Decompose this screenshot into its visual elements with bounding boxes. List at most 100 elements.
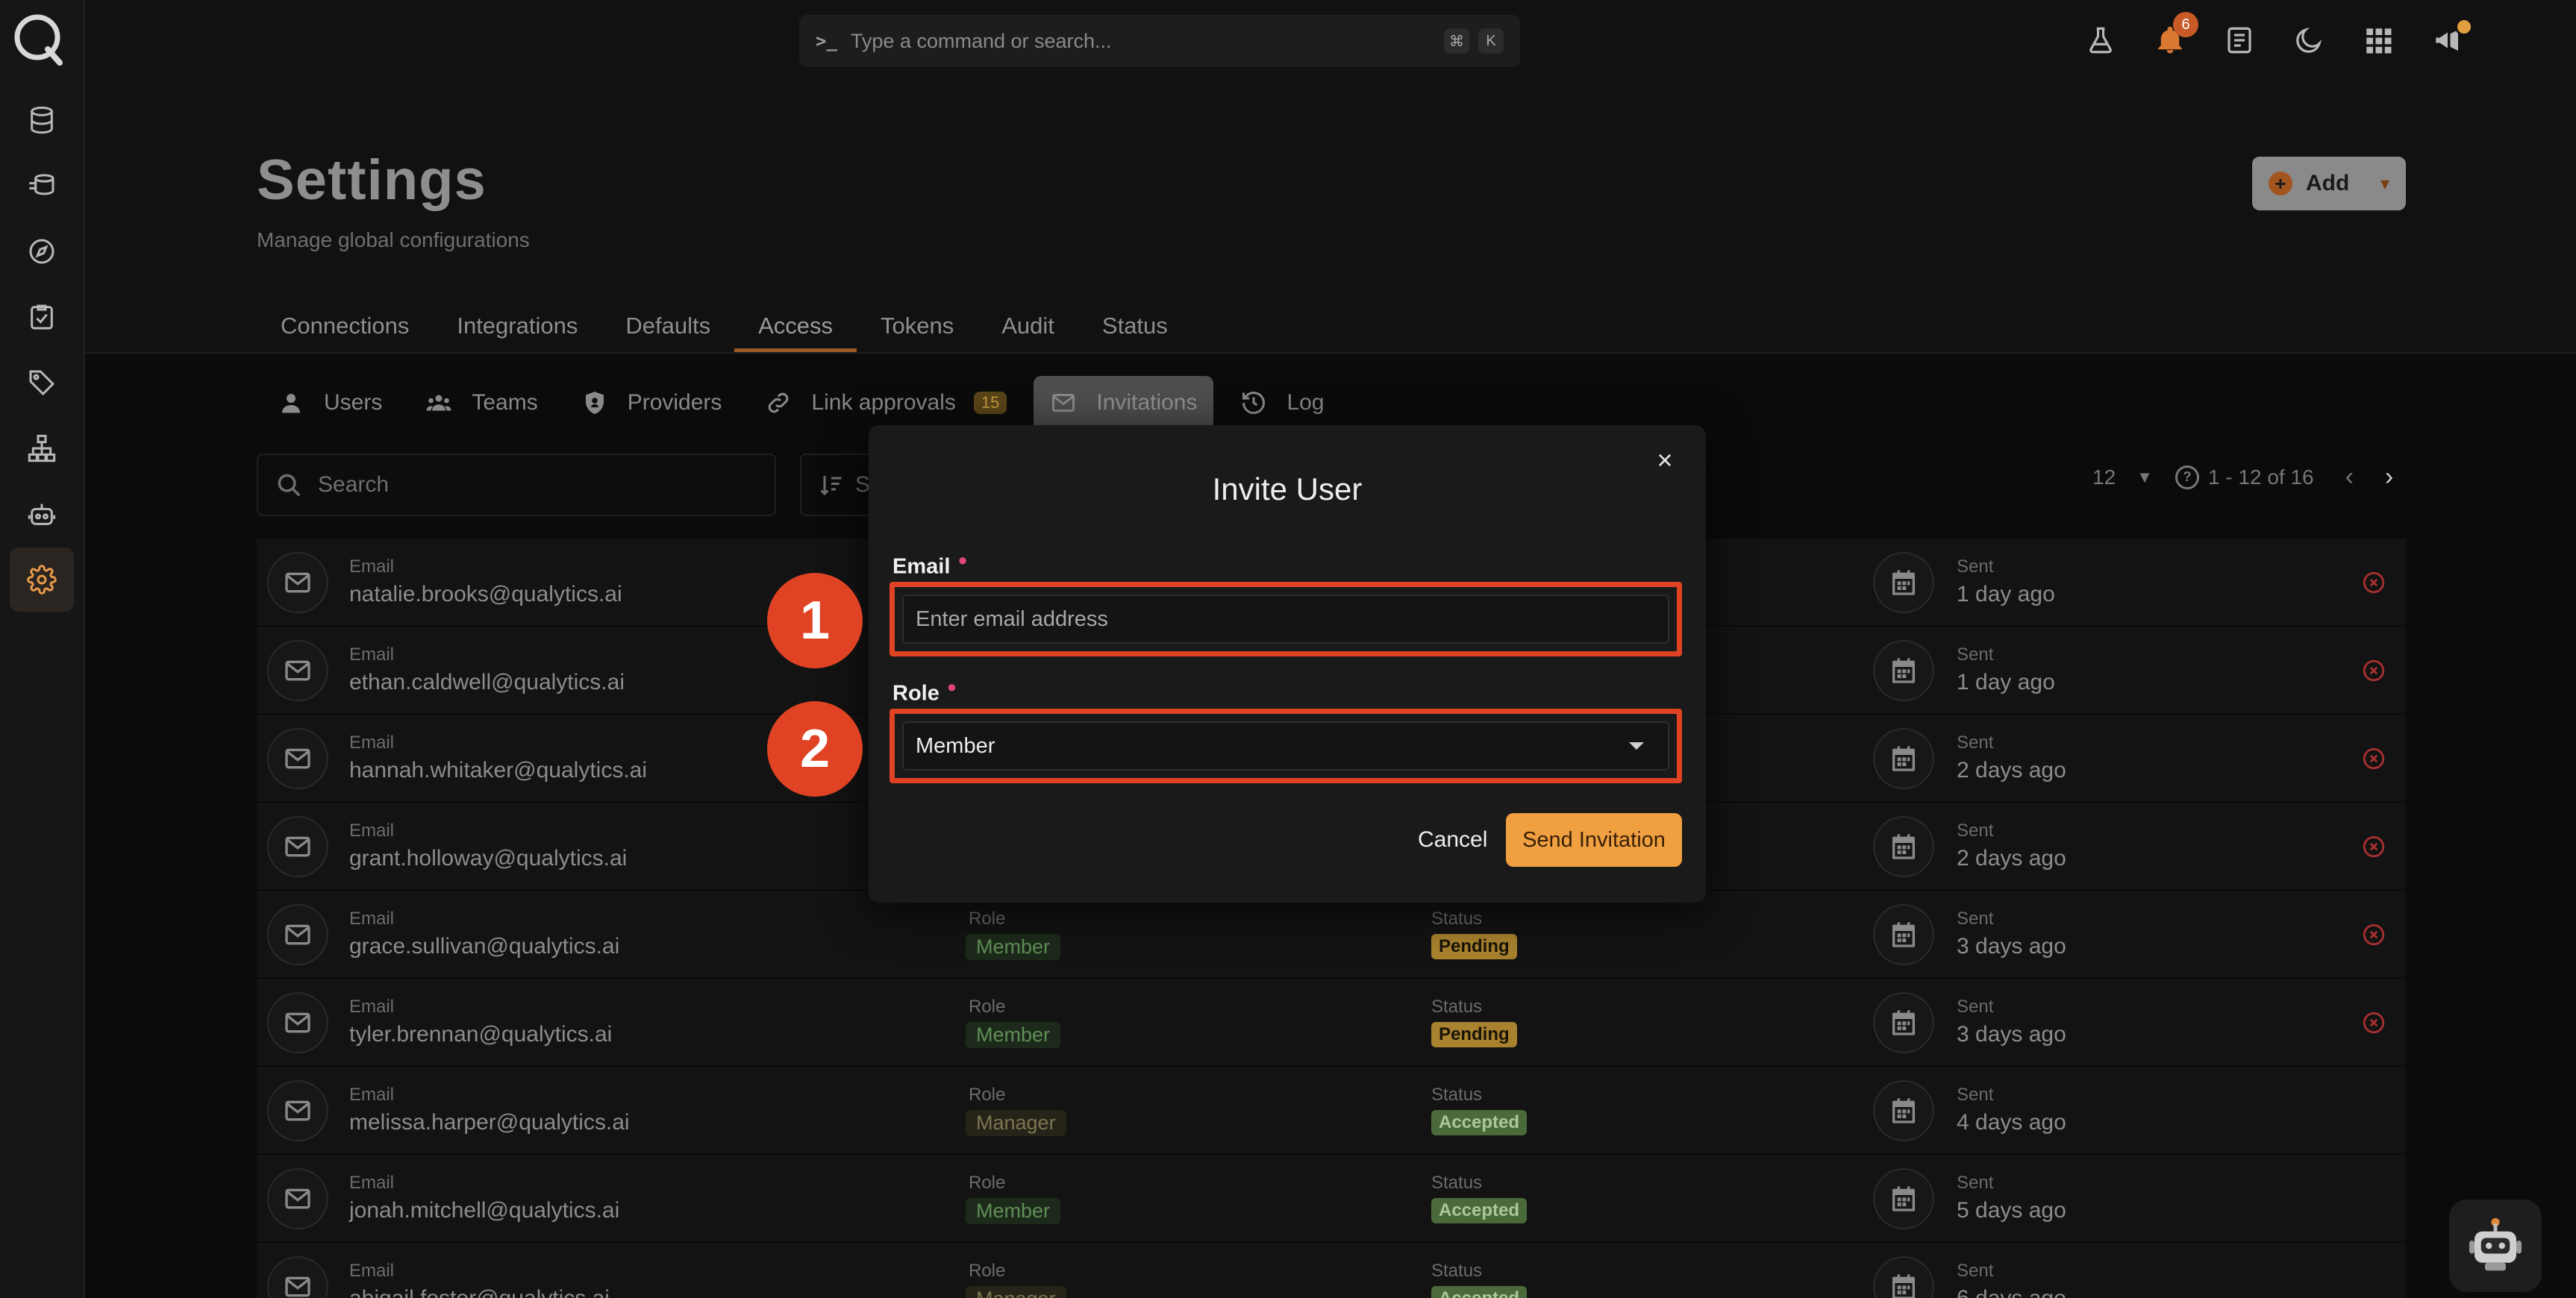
tab-access[interactable]: Access xyxy=(734,301,857,352)
mail-icon xyxy=(267,816,328,877)
calendar-icon xyxy=(1873,1256,1934,1298)
tag-icon[interactable] xyxy=(10,351,74,415)
theme-moon-icon[interactable] xyxy=(2285,16,2333,64)
flask-icon[interactable] xyxy=(2077,16,2125,64)
subtab-providers[interactable]: Providers xyxy=(565,376,739,430)
sent-time: 2 days ago xyxy=(1957,758,2066,783)
send-invitation-button[interactable]: Send Invitation xyxy=(1506,813,1682,867)
status-column-label: Status xyxy=(1431,997,1483,1017)
page-size-value[interactable]: 12 xyxy=(2092,465,2116,489)
robot-icon[interactable] xyxy=(10,482,74,546)
pagination-range: 1 - 12 of 16 xyxy=(2207,465,2314,489)
tab-connections[interactable]: Connections xyxy=(257,301,433,351)
history-icon xyxy=(1242,392,1266,415)
subtab-invitations[interactable]: Invitations xyxy=(1034,376,1214,430)
assistant-robot-button[interactable] xyxy=(2449,1200,2542,1292)
sent-column-label: Sent xyxy=(1957,556,1994,577)
subtab-invitations-label: Invitations xyxy=(1096,390,1198,415)
role-badge: Member xyxy=(966,1022,1061,1048)
search-field[interactable]: Search xyxy=(257,454,776,516)
datastores-icon[interactable] xyxy=(10,88,74,152)
next-page-chevron-icon[interactable]: › xyxy=(2385,463,2393,492)
sidebar xyxy=(0,0,85,1298)
calendar-icon xyxy=(1873,552,1934,613)
invite-email: natalie.brooks@qualytics.ai xyxy=(349,582,622,606)
table-row[interactable]: Email abigail.foster@qualytics.ai Role Mana… xyxy=(257,1243,2406,1298)
apps-grid-icon[interactable] xyxy=(2354,16,2402,64)
role-column-label: Role xyxy=(969,997,1006,1017)
status-column-label: Status xyxy=(1431,1085,1483,1105)
subtab-teams[interactable]: Teams xyxy=(409,376,554,430)
sort-label: S xyxy=(855,472,871,497)
flows-icon[interactable] xyxy=(10,154,74,218)
page-title: Settings xyxy=(257,148,487,212)
revoke-invitation-icon[interactable] xyxy=(2361,746,2386,771)
email-column-label: Email xyxy=(349,1173,395,1193)
checklist-icon[interactable] xyxy=(10,285,74,349)
table-row[interactable]: Email jonah.mitchell@qualytics.ai Role Memb… xyxy=(257,1155,2406,1243)
sent-column-label: Sent xyxy=(1957,909,1994,929)
calendar-icon xyxy=(1873,728,1934,789)
sent-time: 1 day ago xyxy=(1957,670,2055,695)
revoke-invitation-icon[interactable] xyxy=(2361,834,2386,859)
subtab-teams-label: Teams xyxy=(472,390,538,415)
help-icon[interactable]: ? xyxy=(2175,465,2199,489)
sent-column-label: Sent xyxy=(1957,1173,1994,1193)
email-label-text: Email xyxy=(892,554,951,579)
mail-icon xyxy=(267,552,328,613)
subtab-users-label: Users xyxy=(324,390,383,415)
revoke-invitation-icon[interactable] xyxy=(2361,1010,2386,1035)
modal-title: Invite User xyxy=(1212,471,1363,507)
tab-status[interactable]: Status xyxy=(1078,301,1192,351)
revoke-invitation-icon[interactable] xyxy=(2361,922,2386,947)
tab-integrations[interactable]: Integrations xyxy=(433,301,601,351)
revoke-invitation-icon[interactable] xyxy=(2361,570,2386,595)
subtab-users[interactable]: Users xyxy=(261,376,398,430)
email-input[interactable] xyxy=(916,606,1656,632)
subtab-log[interactable]: Log xyxy=(1224,376,1340,430)
page-size-caret-icon[interactable]: ▼ xyxy=(2136,468,2153,487)
notification-count-badge: 6 xyxy=(2173,12,2198,37)
prev-page-chevron-icon[interactable]: ‹ xyxy=(2345,463,2354,492)
announcements-megaphone-icon[interactable] xyxy=(2424,16,2473,64)
hierarchy-icon[interactable] xyxy=(10,416,74,480)
subtab-link-approvals-label: Link approvals xyxy=(811,390,956,415)
notifications-bell-icon[interactable]: 6 xyxy=(2146,12,2198,64)
dropdown-arrow-icon xyxy=(1629,742,1644,750)
calendar-icon xyxy=(1873,1168,1934,1229)
subtab-link-approvals[interactable]: Link approvals 15 xyxy=(748,376,1023,430)
role-badge: Manager xyxy=(966,1286,1066,1298)
command-search-bar[interactable]: >_ Type a command or search... ⌘ K xyxy=(799,15,1520,67)
subtab-providers-label: Providers xyxy=(627,390,722,415)
table-row[interactable]: Email melissa.harper@qualytics.ai Role Mana… xyxy=(257,1067,2406,1155)
role-select[interactable]: Member xyxy=(902,721,1669,771)
calendar-icon xyxy=(1873,1080,1934,1141)
tab-tokens[interactable]: Tokens xyxy=(857,301,978,351)
role-column-label: Role xyxy=(969,909,1006,929)
revoke-invitation-icon[interactable] xyxy=(2361,658,2386,683)
tab-audit[interactable]: Audit xyxy=(978,301,1078,351)
email-column-label: Email xyxy=(349,645,395,665)
chevron-down-icon: ▾ xyxy=(2380,173,2389,194)
search-icon xyxy=(278,474,301,497)
sent-column-label: Sent xyxy=(1957,997,1994,1017)
explore-icon[interactable] xyxy=(10,219,74,283)
add-button[interactable]: + Add ▾ xyxy=(2252,157,2406,210)
table-row[interactable]: Email grace.sullivan@qualytics.ai Role Memb… xyxy=(257,891,2406,979)
mail-icon xyxy=(267,1256,328,1298)
cancel-button[interactable]: Cancel xyxy=(1406,813,1499,867)
document-icon[interactable] xyxy=(2216,16,2263,64)
user-icon xyxy=(282,394,300,413)
pagination: 12 ▼ ? 1 - 12 of 16 ‹ › xyxy=(2092,463,2393,492)
sent-column-label: Sent xyxy=(1957,733,1994,753)
mail-icon xyxy=(1052,394,1075,412)
role-highlight-box: Member xyxy=(890,709,1682,783)
tab-defaults[interactable]: Defaults xyxy=(601,301,734,351)
role-column-label: Role xyxy=(969,1261,1006,1281)
sent-column-label: Sent xyxy=(1957,645,1994,665)
email-column-label: Email xyxy=(349,909,395,929)
qualytics-logo[interactable] xyxy=(10,10,67,67)
table-row[interactable]: Email tyler.brennan@qualytics.ai Role Membe… xyxy=(257,979,2406,1067)
settings-gear-icon[interactable] xyxy=(10,548,74,612)
command-search-placeholder: Type a command or search... xyxy=(850,29,1112,52)
